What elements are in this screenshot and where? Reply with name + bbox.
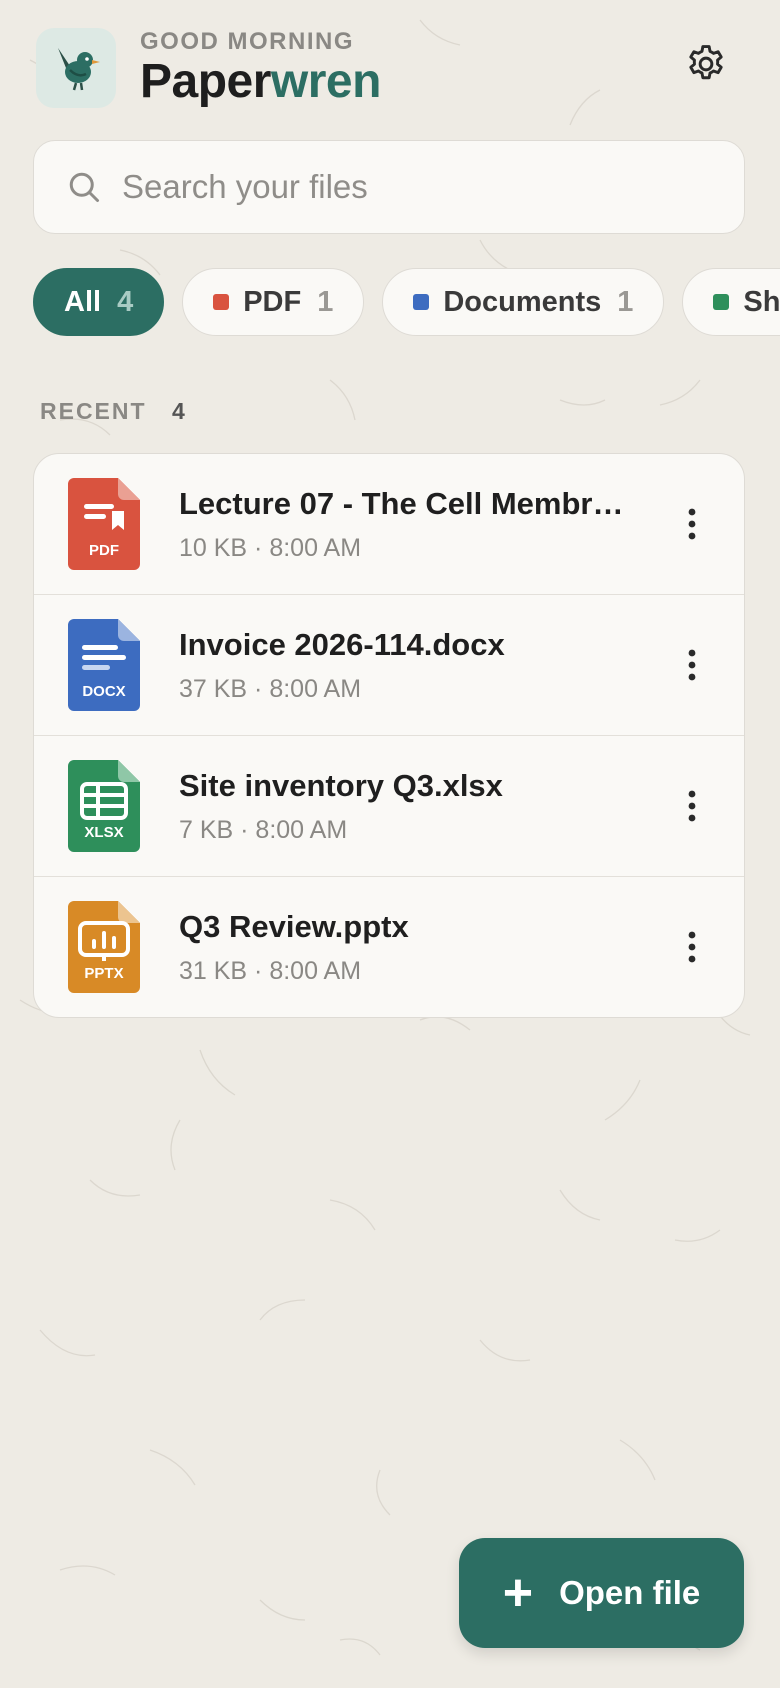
chip-label: PDF xyxy=(243,285,302,318)
file-row[interactable]: PDF Lecture 07 - The Cell Membran... 10 … xyxy=(34,454,744,595)
docx-file-icon: DOCX xyxy=(68,619,140,711)
recent-count: 4 xyxy=(172,398,185,424)
chip-label: Documents xyxy=(443,285,602,318)
wren-bird-icon xyxy=(58,48,100,91)
file-name: Q3 Review.pptx xyxy=(179,909,409,944)
chip-label: All xyxy=(64,285,102,318)
file-type-badge: PPTX xyxy=(84,965,123,982)
file-meta: 31 KB · 8:00 AM xyxy=(179,957,362,985)
file-meta: 10 KB · 8:00 AM xyxy=(179,534,362,562)
more-options-icon[interactable] xyxy=(680,645,704,685)
app-logo xyxy=(36,28,116,108)
filter-chip-sheets[interactable]: Shee xyxy=(682,268,780,336)
file-type-badge: XLSX xyxy=(84,824,123,841)
documents-color-dot xyxy=(413,294,430,310)
filter-chip-all[interactable]: All 4 xyxy=(33,268,165,336)
xlsx-file-icon: XLSX xyxy=(68,760,140,852)
search-bar[interactable]: Search your files xyxy=(33,140,745,234)
chip-count: 1 xyxy=(317,285,334,318)
file-name: Lecture 07 - The Cell Membran... xyxy=(179,486,629,521)
recent-section-label: RECENT xyxy=(40,398,147,424)
file-meta: 37 KB · 8:00 AM xyxy=(179,675,362,703)
greeting-text: GOOD MORNING xyxy=(140,28,354,55)
recent-file-list: PDF Lecture 07 - The Cell Membran... 10 … xyxy=(33,453,745,1018)
plus-icon: + xyxy=(502,1564,534,1622)
open-file-label: Open file xyxy=(559,1574,701,1611)
app-title-part1: Paper xyxy=(140,55,271,108)
search-icon xyxy=(69,172,99,202)
more-options-icon[interactable] xyxy=(680,786,704,826)
pdf-color-dot xyxy=(213,294,230,310)
filter-chips: All 4 PDF 1 Documents 1 Shee xyxy=(33,268,780,336)
file-meta: 7 KB · 8:00 AM xyxy=(179,816,348,844)
gear-icon[interactable] xyxy=(684,42,728,86)
more-options-icon[interactable] xyxy=(680,504,704,544)
search-input[interactable]: Search your files xyxy=(122,168,368,206)
pdf-file-icon: PDF xyxy=(68,478,140,570)
pptx-file-icon: PPTX xyxy=(68,901,140,993)
file-row[interactable]: XLSX Site inventory Q3.xlsx 7 KB · 8:00 … xyxy=(34,736,744,877)
file-type-badge: PDF xyxy=(89,542,119,559)
app-title: Paperwren xyxy=(140,54,381,109)
file-type-badge: DOCX xyxy=(82,683,125,700)
filter-chip-documents[interactable]: Documents 1 xyxy=(382,268,665,336)
header: GOOD MORNING Paperwren xyxy=(36,28,746,108)
chip-count: 4 xyxy=(117,285,134,318)
open-file-button[interactable]: + Open file xyxy=(459,1538,744,1648)
sheets-color-dot xyxy=(713,294,730,310)
file-name: Invoice 2026-114.docx xyxy=(179,627,505,662)
file-row[interactable]: PPTX Q3 Review.pptx 31 KB · 8:00 AM xyxy=(34,877,744,1017)
file-name: Site inventory Q3.xlsx xyxy=(179,768,503,803)
chip-label: Shee xyxy=(743,285,780,318)
app-title-part2: wren xyxy=(270,55,382,108)
filter-chip-pdf[interactable]: PDF 1 xyxy=(182,268,365,336)
file-row[interactable]: DOCX Invoice 2026-114.docx 37 KB · 8:00 … xyxy=(34,595,744,736)
more-options-icon[interactable] xyxy=(680,927,704,967)
chip-count: 1 xyxy=(617,285,634,318)
